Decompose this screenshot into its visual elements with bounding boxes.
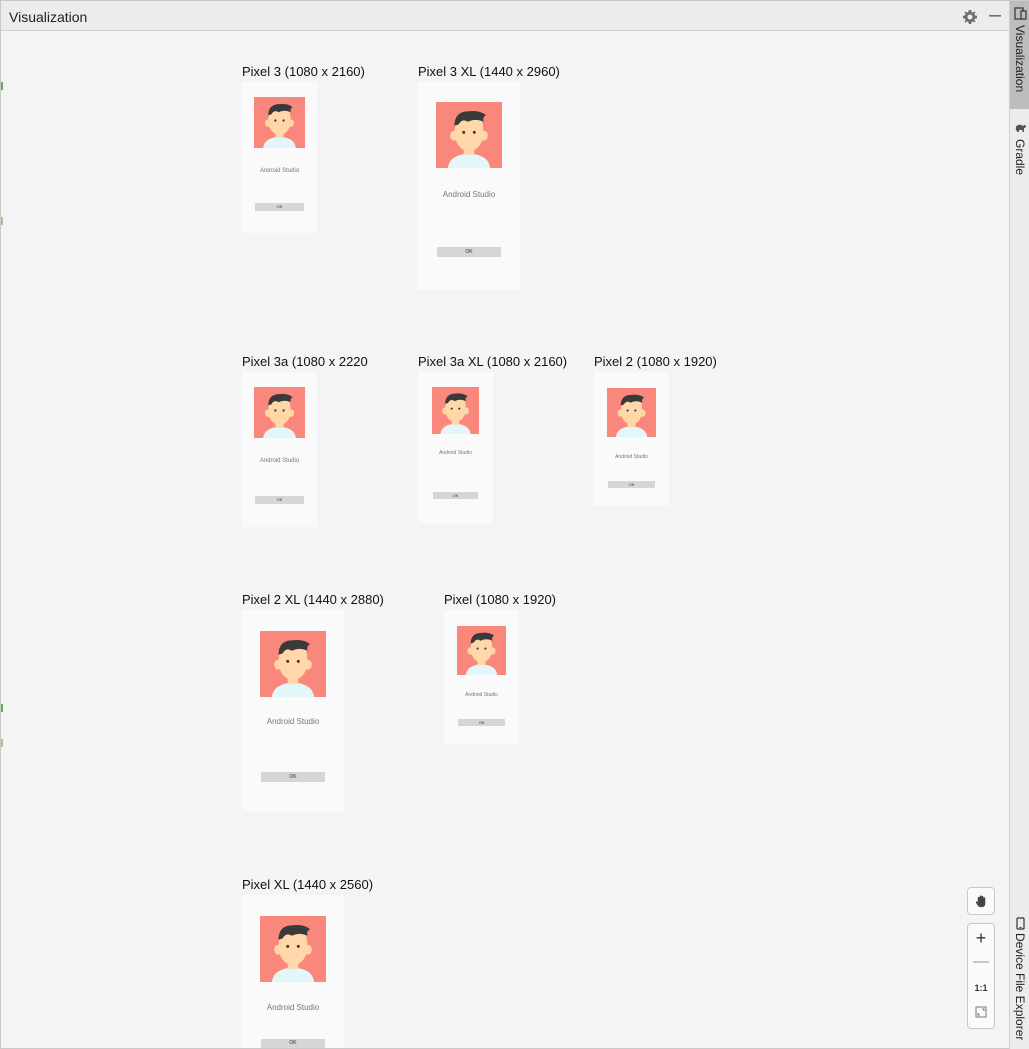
device-preview[interactable]: Pixel 3a XL (1080 x 2160) Android Studio… (418, 354, 588, 560)
ok-button[interactable]: OK (433, 492, 478, 499)
device-label: Pixel 3a (1080 x 2220) (242, 354, 368, 369)
ok-button[interactable]: OK (608, 481, 655, 488)
tab-device-file-explorer[interactable]: Device File Explorer (1010, 911, 1029, 1041)
device-screen: Android Studio OK (418, 82, 520, 290)
right-tool-strip: Visualization Gradle Device File Explore… (1009, 1, 1029, 1049)
device-label: Pixel (1080 x 1920) (444, 592, 557, 607)
app-name-text: Android Studio (266, 1003, 320, 1012)
device-preview[interactable]: Pixel 3 XL (1440 x 2960) Android Studio … (418, 64, 578, 324)
person-illustration (615, 394, 648, 437)
avatar-image (432, 387, 479, 434)
device-label: Pixel 3 XL (1440 x 2960) (418, 64, 560, 79)
device-screen: Android Studio OK (242, 82, 317, 233)
tab-gradle[interactable]: Gradle (1010, 115, 1029, 181)
device-label: Pixel 2 (1080 x 1920) (594, 354, 717, 369)
ok-button[interactable]: OK (261, 1039, 325, 1048)
visualization-window: Visualization Pixel 3 (1080 x 2160) Andr… (0, 0, 1029, 1049)
app-name-text: Android Studio (259, 168, 300, 174)
avatar-image (436, 102, 502, 168)
zoom-in-button[interactable]: + (968, 926, 994, 950)
app-name-text: Android Studio (266, 717, 320, 726)
person-illustration (263, 393, 296, 438)
device-preview[interactable]: Pixel 2 XL (1440 x 2880) Android Studio … (242, 592, 402, 842)
device-label: Pixel 3a XL (1080 x 2160) (418, 354, 568, 369)
app-name-text: Android Studio (615, 454, 648, 460)
tab-visualization[interactable]: Visualization (1010, 1, 1029, 109)
device-icon (1014, 7, 1027, 20)
layout-preview-canvas[interactable]: Pixel 3 (1080 x 2160) Android Studio OK … (1, 32, 1008, 1048)
ok-button[interactable]: OK (255, 203, 304, 211)
person-illustration (271, 924, 315, 982)
avatar-image (607, 388, 656, 437)
minimize-icon[interactable] (988, 9, 1002, 23)
tab-visualization-label: Visualization (1013, 25, 1027, 93)
device-preview[interactable]: Pixel 3a (1080 x 2220) Android Studio OK (242, 354, 372, 560)
person-illustration (263, 103, 296, 148)
device-label: Pixel XL (1440 x 2560) (242, 877, 374, 892)
fit-screen-button[interactable] (968, 1000, 994, 1024)
hand-icon (975, 895, 986, 908)
device-screen: Android Studio OK (594, 372, 669, 506)
device-preview[interactable]: Pixel 2 (1080 x 1920) Android Studio OK (594, 354, 734, 560)
device-screen: Android Studio OK (242, 372, 317, 527)
device-screen: Android Studio OK (444, 610, 519, 744)
app-name-text: Android Studio (259, 458, 300, 464)
pan-button[interactable] (967, 887, 995, 915)
tab-gradle-label: Gradle (1013, 139, 1027, 176)
person-illustration (447, 110, 491, 168)
ok-button[interactable]: OK (458, 719, 505, 726)
device-preview[interactable]: Pixel XL (1440 x 2560) Android Studio OK (242, 877, 402, 1048)
tab-device-file-explorer-label: Device File Explorer (1013, 933, 1027, 1041)
person-illustration (271, 639, 315, 697)
device-screen: Android Studio OK (242, 610, 344, 811)
tool-window-title: Visualization (9, 9, 88, 25)
actual-size-button[interactable]: 1:1 (968, 976, 994, 1000)
fit-screen-icon (975, 1006, 987, 1018)
device-label: Pixel 3 (1080 x 2160) (242, 64, 365, 79)
device-screen: Android Studio OK (418, 372, 493, 523)
phone-icon (1016, 917, 1025, 930)
app-name-text: Android Studio (439, 450, 472, 456)
tool-window-header: Visualization (1, 1, 1009, 31)
person-illustration (465, 632, 498, 675)
app-name-text: Android Studio (442, 190, 496, 199)
person-illustration (440, 393, 471, 434)
avatar-image (260, 916, 326, 982)
zoom-button-group: + — 1:1 (967, 923, 995, 1029)
device-label: Pixel 2 XL (1440 x 2880) (242, 592, 384, 607)
edge-markers (1, 32, 4, 1048)
avatar-image (254, 387, 305, 438)
avatar-image (457, 626, 506, 675)
app-name-text: Android Studio (465, 692, 498, 698)
device-screen: Android Studio OK (242, 895, 344, 1048)
elephant-icon (1015, 124, 1026, 132)
ok-button[interactable]: OK (437, 247, 501, 257)
device-preview[interactable]: Pixel (1080 x 1920) Android Studio OK (444, 592, 584, 792)
ok-button[interactable]: OK (261, 772, 325, 782)
zoom-out-button[interactable]: — (968, 950, 994, 974)
device-preview[interactable]: Pixel 3 (1080 x 2160) Android Studio OK (242, 64, 372, 270)
avatar-image (260, 631, 326, 697)
gear-icon[interactable] (962, 9, 978, 25)
avatar-image (254, 97, 305, 148)
ok-button[interactable]: OK (255, 496, 304, 504)
